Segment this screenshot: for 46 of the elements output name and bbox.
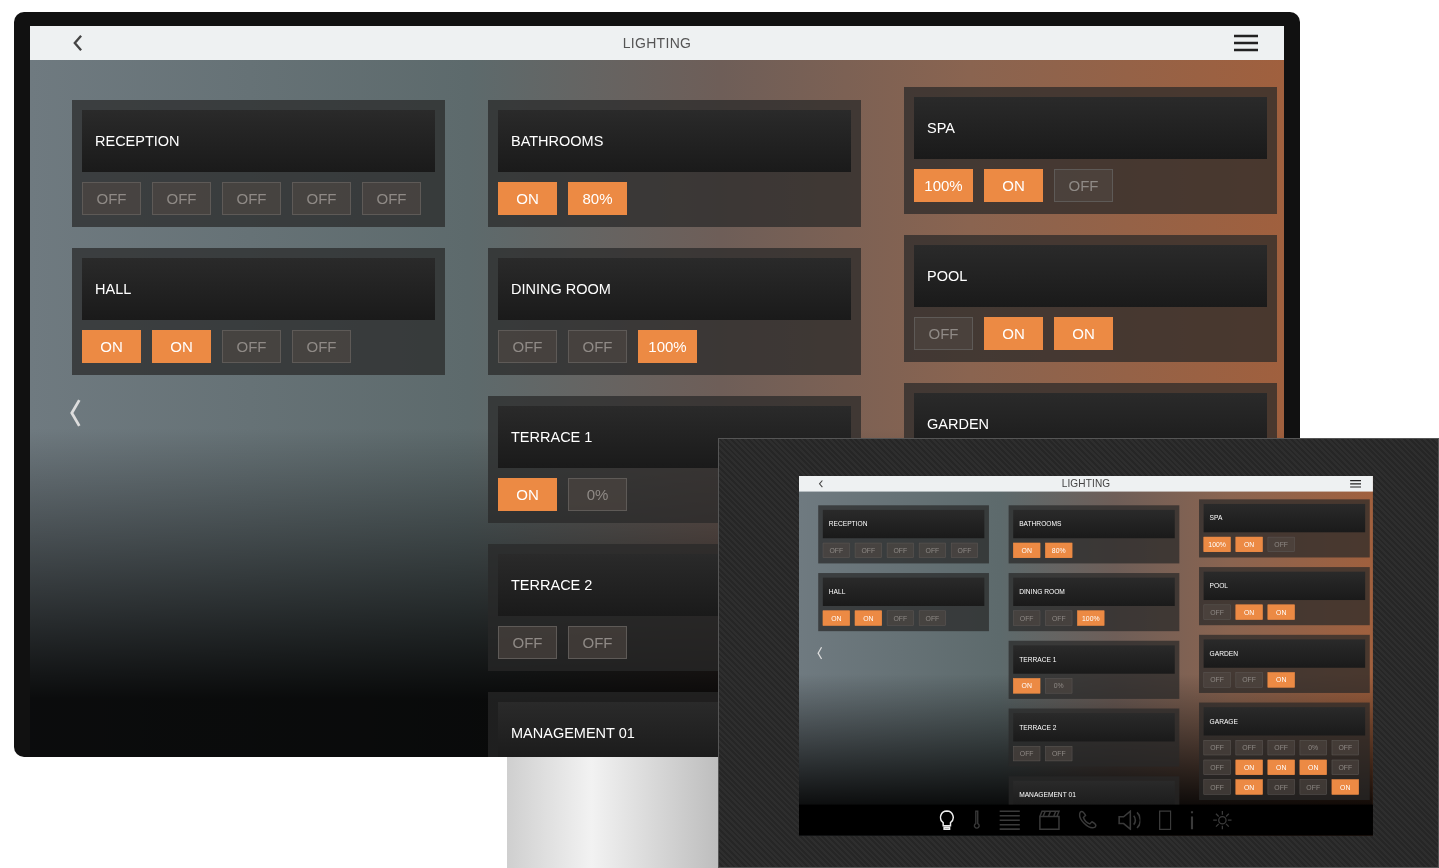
- screen-title: LIGHTING: [622, 35, 692, 51]
- light-toggle[interactable]: OFF: [292, 330, 351, 363]
- light-toggle[interactable]: ON: [498, 182, 557, 215]
- light-toggle[interactable]: 100%: [638, 330, 697, 363]
- light-toggle[interactable]: ON: [152, 330, 211, 363]
- light-toggle[interactable]: OFF: [498, 330, 557, 363]
- light-toggle[interactable]: OFF: [362, 182, 421, 215]
- light-toggle[interactable]: 80%: [568, 182, 627, 215]
- room-name: GARDEN: [927, 416, 990, 432]
- room-name: BATHROOMS: [511, 133, 604, 149]
- light-toggle[interactable]: ON: [498, 478, 557, 511]
- room-name: TERRACE 1: [511, 429, 593, 445]
- light-toggle[interactable]: OFF: [568, 330, 627, 363]
- light-toggle[interactable]: OFF: [152, 182, 211, 215]
- light-toggle[interactable]: OFF: [914, 317, 973, 350]
- room-name: TERRACE 2: [511, 577, 593, 593]
- light-toggle[interactable]: ON: [82, 330, 141, 363]
- clapperboard-icon[interactable]: [1039, 810, 1061, 831]
- light-toggle[interactable]: OFF: [498, 626, 557, 659]
- room-name: POOL: [927, 268, 968, 284]
- light-toggle[interactable]: OFF: [82, 182, 141, 215]
- light-toggle[interactable]: OFF: [222, 330, 281, 363]
- thermometer-icon[interactable]: [972, 810, 981, 831]
- light-toggle[interactable]: OFF: [222, 182, 281, 215]
- room-name: DINING ROOM: [511, 281, 611, 297]
- light-toggle[interactable]: ON: [1054, 317, 1113, 350]
- menu-icon[interactable]: [1234, 34, 1258, 52]
- light-toggle[interactable]: OFF: [1054, 169, 1113, 202]
- room-name: SPA: [927, 120, 955, 136]
- room-name: HALL: [95, 281, 132, 297]
- room-name: RECEPTION: [95, 133, 180, 149]
- light-toggle[interactable]: 100%: [914, 169, 973, 202]
- info-icon[interactable]: [1189, 810, 1195, 831]
- room-name: MANAGEMENT 01: [511, 725, 635, 741]
- light-toggle[interactable]: ON: [984, 169, 1043, 202]
- phone-icon[interactable]: [1078, 810, 1100, 831]
- light-toggle[interactable]: OFF: [292, 182, 351, 215]
- blinds-icon[interactable]: [998, 810, 1021, 831]
- speaker-icon[interactable]: [1118, 810, 1141, 831]
- back-icon[interactable]: [72, 34, 83, 52]
- screen-title: LIGHTING: [1061, 477, 1111, 490]
- chevron-left-icon[interactable]: [68, 398, 82, 428]
- light-toggle[interactable]: 0%: [568, 478, 627, 511]
- bulb-icon[interactable]: [939, 810, 955, 831]
- light-toggle[interactable]: ON: [984, 317, 1043, 350]
- light-toggle[interactable]: OFF: [568, 626, 627, 659]
